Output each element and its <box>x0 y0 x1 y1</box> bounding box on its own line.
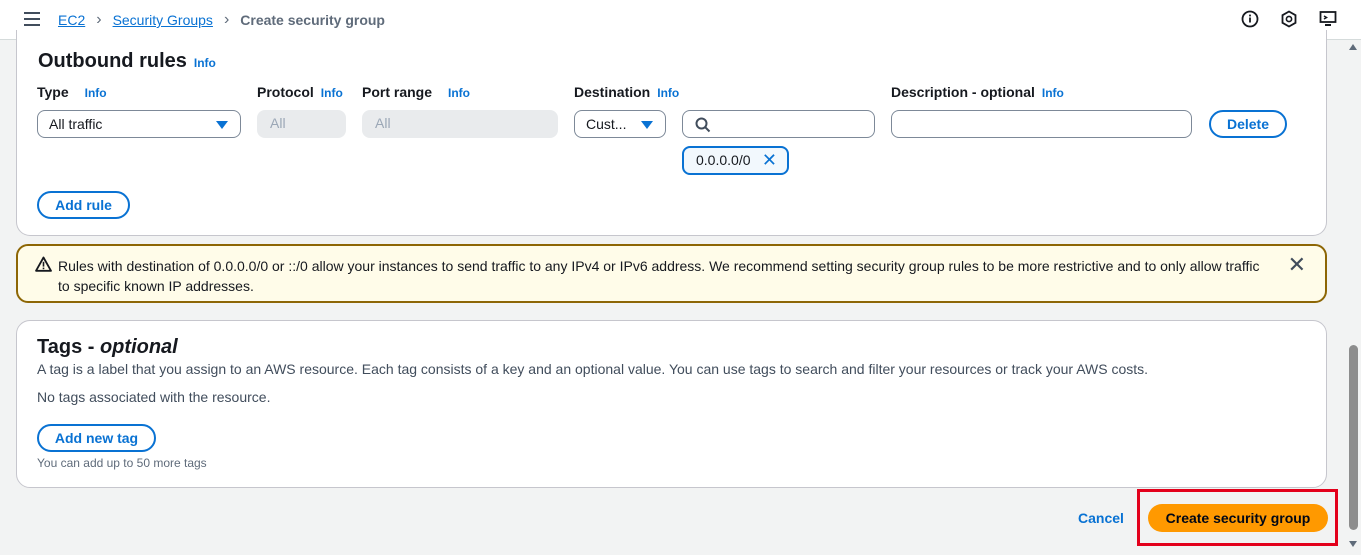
type-select[interactable]: All traffic <box>37 110 241 138</box>
outbound-rules-info-link[interactable]: Info <box>194 56 216 70</box>
search-icon <box>695 117 711 133</box>
description-info-link[interactable]: Info <box>1042 86 1064 100</box>
tags-description: A tag is a label that you assign to an A… <box>37 361 1149 377</box>
caret-down-icon <box>216 121 228 129</box>
destination-label: Destination <box>574 84 651 100</box>
scroll-down-icon[interactable] <box>1349 541 1357 547</box>
outbound-rules-header: Outbound rules Info <box>38 50 216 73</box>
cancel-button[interactable]: Cancel <box>1078 510 1124 526</box>
menu-icon[interactable] <box>24 12 40 26</box>
scrollbar-thumb[interactable] <box>1349 345 1358 530</box>
cloudshell-icon[interactable] <box>1319 10 1337 28</box>
chevron-right-icon: › <box>96 11 102 28</box>
add-new-tag-button[interactable]: Add new tag <box>37 424 156 452</box>
tags-title-optional: optional <box>99 336 178 358</box>
breadcrumb-ec2[interactable]: EC2 <box>58 12 85 28</box>
highlight-box <box>1137 489 1338 546</box>
protocol-info-link[interactable]: Info <box>321 86 343 100</box>
scroll-up-icon[interactable] <box>1349 44 1357 50</box>
close-icon[interactable]: ✕ <box>762 151 777 169</box>
protocol-field: All <box>257 110 346 138</box>
protocol-column-label: Protocol Info <box>257 84 343 100</box>
type-select-value: All traffic <box>49 116 103 132</box>
feedback-icon[interactable] <box>1280 10 1298 28</box>
breadcrumb-security-groups[interactable]: Security Groups <box>113 12 213 28</box>
destination-info-link[interactable]: Info <box>657 86 679 100</box>
breadcrumb: EC2 › Security Groups › Create security … <box>58 11 385 29</box>
description-input[interactable] <box>891 110 1192 138</box>
tags-limit-hint: You can add up to 50 more tags <box>37 456 207 470</box>
type-info-link[interactable]: Info <box>85 86 107 100</box>
warning-icon <box>35 256 52 272</box>
close-icon[interactable]: ✕ <box>1288 254 1306 276</box>
tags-panel: Tags - optional A tag is a label that yo… <box>16 320 1327 488</box>
info-circle-icon[interactable] <box>1241 10 1259 28</box>
delete-rule-button[interactable]: Delete <box>1209 110 1287 138</box>
protocol-label: Protocol <box>257 84 314 100</box>
port-range-info-link[interactable]: Info <box>448 86 470 100</box>
destination-token: 0.0.0.0/0 ✕ <box>682 146 789 175</box>
chevron-right-icon: › <box>223 11 230 28</box>
type-column-label: Type Info <box>37 84 107 100</box>
destination-select[interactable]: Cust... <box>574 110 666 138</box>
destination-select-value: Cust... <box>586 116 627 132</box>
warning-alert-text: Rules with destination of 0.0.0.0/0 or :… <box>58 258 1260 294</box>
add-rule-button[interactable]: Add rule <box>37 191 130 219</box>
description-column-label: Description - optional Info <box>891 84 1064 100</box>
tags-empty-message: No tags associated with the resource. <box>37 389 271 405</box>
warning-alert: Rules with destination of 0.0.0.0/0 or :… <box>16 244 1327 303</box>
destination-token-label: 0.0.0.0/0 <box>696 152 751 168</box>
outbound-rules-title: Outbound rules <box>38 50 187 72</box>
breadcrumb-current: Create security group <box>240 12 385 28</box>
port-range-field: All <box>362 110 558 138</box>
header-utilities <box>1241 10 1337 28</box>
destination-search-input[interactable] <box>682 110 875 138</box>
tags-title: Tags - optional <box>37 336 178 359</box>
port-range-label: Port range <box>362 84 433 100</box>
caret-down-icon <box>641 121 653 129</box>
destination-column-label: Destination Info <box>574 84 679 100</box>
tags-title-text: Tags - <box>37 336 100 358</box>
description-label: Description - optional <box>891 84 1035 100</box>
port-range-column-label: Port range Info <box>362 84 470 100</box>
type-label: Type <box>37 84 69 100</box>
